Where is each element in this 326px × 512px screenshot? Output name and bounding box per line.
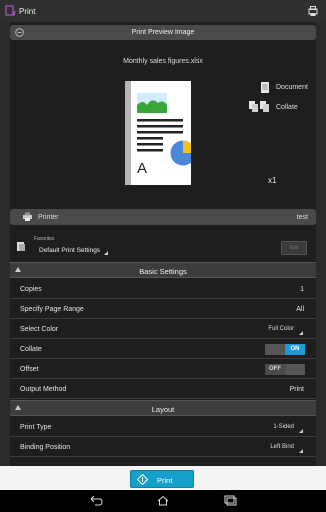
printer-selector[interactable]: Printer test <box>10 209 316 225</box>
action-bar: Print <box>0 0 326 22</box>
toggle-on-label: ON <box>285 344 305 355</box>
setting-row-offset[interactable]: Offset OFF <box>10 359 316 379</box>
favorites-edit-button[interactable]: Edit <box>281 241 307 255</box>
svg-text:A: A <box>137 160 147 177</box>
setting-row-copies[interactable]: Copies 1 <box>10 279 316 299</box>
settings-panel: Print Preview Image Monthly sales figure… <box>10 22 316 468</box>
setting-row-output-method[interactable]: Output Method Print <box>10 379 316 399</box>
collate-icon <box>249 101 269 112</box>
print-diamond-icon <box>137 474 148 485</box>
setting-row-binding-position[interactable]: Binding Position Left Bind <box>10 437 316 457</box>
document-icon <box>261 82 269 93</box>
print-button[interactable]: Print <box>130 470 194 488</box>
dropdown-arrow-icon <box>299 429 303 433</box>
printer-label: Printer <box>38 214 59 221</box>
output-method-value: Print <box>289 386 304 393</box>
favorites-dropdown[interactable]: Default Print Settings <box>39 247 100 254</box>
setting-row-collate[interactable]: Collate ON <box>10 339 316 359</box>
collate-label: Collate <box>276 104 298 111</box>
setting-row-page-range[interactable]: Specify Page Range All <box>10 299 316 319</box>
offset-toggle[interactable]: OFF <box>265 364 305 375</box>
collate-toggle[interactable]: ON <box>265 344 305 355</box>
print-type-dropdown[interactable]: 1-Sided <box>273 424 294 430</box>
copies-value: 1 <box>300 286 304 293</box>
system-navigation-bar <box>0 490 326 512</box>
printer-value: test <box>296 214 308 221</box>
color-mode-dropdown[interactable]: Full Color <box>268 326 294 332</box>
dropdown-arrow-icon <box>104 251 108 255</box>
dropdown-arrow-icon <box>299 449 303 453</box>
basic-settings-header[interactable]: Basic Settings <box>10 262 316 278</box>
printer-icon <box>23 212 32 221</box>
page-preview-thumbnail[interactable]: A <box>125 81 191 185</box>
preview-header-label: Print Preview Image <box>131 29 195 36</box>
dropdown-arrow-icon <box>299 331 303 335</box>
favorites-icon <box>17 242 25 251</box>
binding-position-dropdown[interactable]: Left Bind <box>270 444 294 450</box>
home-icon[interactable] <box>156 495 170 506</box>
page-content-graphic: A <box>137 93 191 177</box>
printer-status-icon[interactable] <box>307 5 319 17</box>
app-title: Print <box>19 7 36 16</box>
setting-row-print-type[interactable]: Print Type 1-Sided <box>10 417 316 437</box>
print-app-icon[interactable] <box>5 5 16 16</box>
file-name: Monthly sales figures.xlsx <box>123 58 203 65</box>
favorites-caption: Favorites <box>34 236 55 242</box>
preview-header-bar[interactable]: Print Preview Image <box>10 25 316 40</box>
copies-indicator: x1 <box>268 176 277 185</box>
layout-header[interactable]: Layout <box>10 400 316 416</box>
setting-row-select-color[interactable]: Select Color Full Color <box>10 319 316 339</box>
toggle-off-label: OFF <box>265 364 285 375</box>
document-label: Document <box>276 84 308 91</box>
page-range-value: All <box>296 306 304 313</box>
recent-apps-icon[interactable] <box>223 495 237 506</box>
back-icon[interactable] <box>89 495 103 506</box>
